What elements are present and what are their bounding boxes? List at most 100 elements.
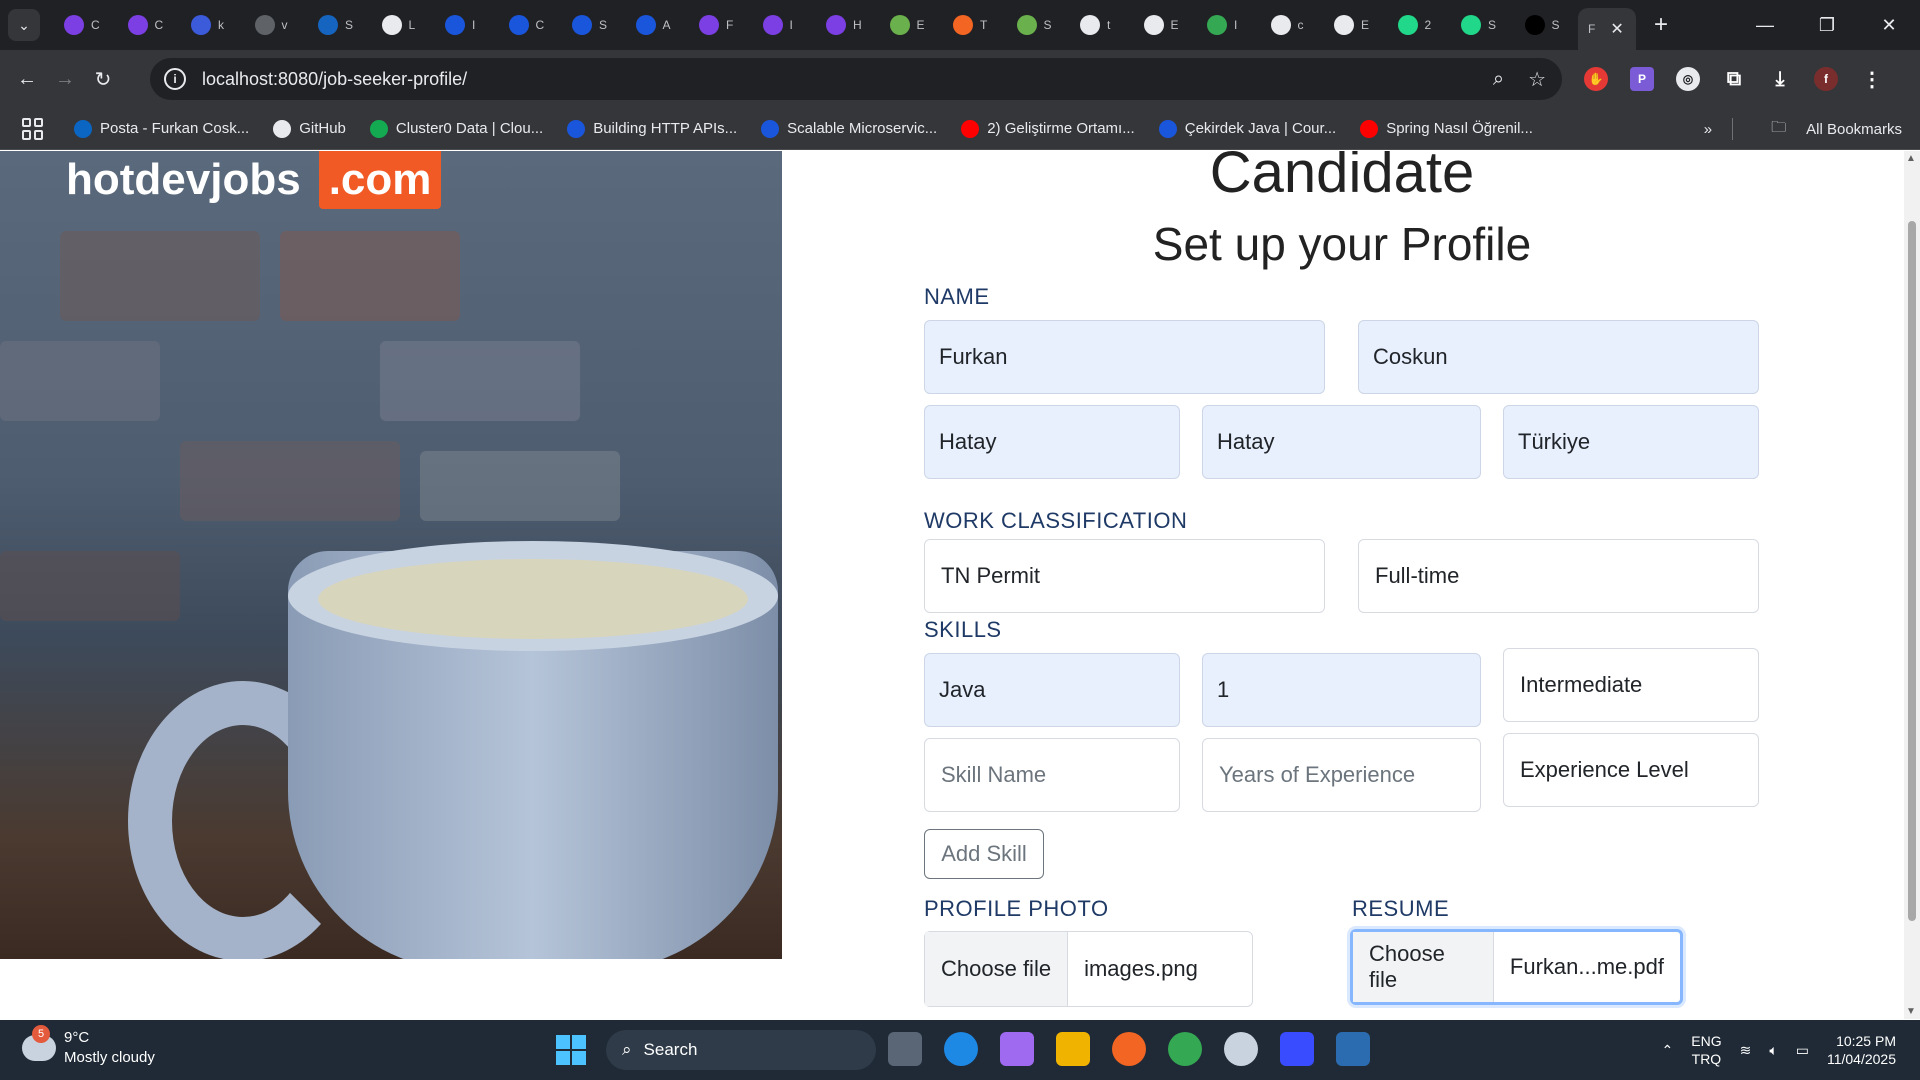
photo-choose-file-button[interactable]: Choose file xyxy=(925,932,1069,1006)
all-bookmarks-link[interactable]: All Bookmarks xyxy=(1806,121,1902,138)
bookmark-item[interactable]: Çekirdek Java | Cour... xyxy=(1158,119,1336,138)
tab-active[interactable]: F ✕ xyxy=(1578,8,1636,50)
bookmark-item[interactable]: Cluster0 Data | Clou... xyxy=(369,119,543,138)
restore-icon[interactable]: ❐ xyxy=(1796,15,1858,36)
address-bar[interactable]: i localhost:8080/job-seeker-profile/ ⌕ ☆ xyxy=(150,58,1562,100)
tab-16[interactable]: S xyxy=(1007,6,1071,44)
apps-grid-icon[interactable] xyxy=(22,117,44,140)
tab-19[interactable]: I xyxy=(1197,6,1261,44)
tab-9[interactable]: S xyxy=(562,6,626,44)
taskbar-clock[interactable]: 10:25 PM 11/04/2025 xyxy=(1827,1032,1896,1068)
tab-8[interactable]: C xyxy=(499,6,563,44)
tab-3[interactable]: k xyxy=(181,6,245,44)
tab-4[interactable]: v xyxy=(245,6,309,44)
tab-7[interactable]: I xyxy=(435,6,499,44)
tab-20[interactable]: c xyxy=(1261,6,1325,44)
skill-years-field[interactable]: 1 xyxy=(1202,653,1481,727)
language-indicator[interactable]: ENG TRQ xyxy=(1691,1032,1721,1068)
file-explorer-icon[interactable] xyxy=(1056,1032,1090,1066)
reload-icon[interactable]: ↻ xyxy=(84,67,122,92)
work-authorization-select[interactable]: TN Permit xyxy=(924,539,1325,613)
add-skill-button[interactable]: Add Skill xyxy=(924,829,1044,879)
url-text[interactable]: localhost:8080/job-seeker-profile/ xyxy=(202,69,467,90)
brand-logo[interactable]: hotdevjobs .com xyxy=(66,151,442,209)
volume-icon[interactable]: 🔈︎ xyxy=(1769,1042,1777,1059)
new-tab-button[interactable]: + xyxy=(1654,11,1668,39)
tab-6[interactable]: L xyxy=(372,6,436,44)
ai-extension-icon[interactable]: ◎ xyxy=(1676,67,1700,91)
resume-choose-file-button[interactable]: Choose file xyxy=(1353,932,1494,1002)
tab-15[interactable]: T xyxy=(943,6,1007,44)
bookmark-star-icon[interactable]: ☆ xyxy=(1528,67,1546,92)
download-icon[interactable]: ⤓ xyxy=(1768,67,1792,91)
scrollbar-thumb[interactable] xyxy=(1908,221,1916,921)
page-scrollbar[interactable]: ▲ ▼ xyxy=(1904,151,1920,1019)
proton-pass-extension-icon[interactable]: P xyxy=(1630,67,1654,91)
more-bookmarks-icon[interactable]: » xyxy=(1704,121,1712,138)
tab-12[interactable]: I xyxy=(753,6,817,44)
scroll-up-icon[interactable]: ▲ xyxy=(1906,153,1916,164)
last-name-field[interactable]: Coskun xyxy=(1358,320,1759,394)
tab-17[interactable]: t xyxy=(1070,6,1134,44)
tab-14[interactable]: E xyxy=(880,6,944,44)
more-menu-icon[interactable]: ⋮ xyxy=(1860,67,1884,91)
clock-app-icon[interactable] xyxy=(1224,1032,1258,1066)
tab-search-button[interactable]: ⌄ xyxy=(8,9,40,41)
new-skill-level-select[interactable]: Experience Level xyxy=(1503,733,1759,807)
gh-favicon-icon xyxy=(1270,15,1291,35)
puzzle-extensions-icon[interactable]: ⧉ xyxy=(1722,67,1746,91)
profile-avatar[interactable]: f xyxy=(1814,67,1838,91)
bookmark-item[interactable]: 2) Geliştirme Ortamı... xyxy=(961,119,1135,138)
chevron-up-icon[interactable]: ⌃ xyxy=(1662,1042,1674,1059)
tab-11[interactable]: F xyxy=(689,6,753,44)
new-skill-years-input[interactable]: Years of Experience xyxy=(1202,738,1481,812)
bookmarks-right: » 🗀 All Bookmarks xyxy=(1704,108,1902,150)
edge-icon[interactable] xyxy=(944,1032,978,1066)
tab-2[interactable]: C xyxy=(118,6,182,44)
battery-icon[interactable]: ▭ xyxy=(1796,1042,1809,1059)
state-field[interactable]: Hatay xyxy=(1202,405,1481,479)
close-icon[interactable]: ✕ xyxy=(1610,19,1623,39)
resume-input[interactable]: Choose file Furkan...me.pdf xyxy=(1350,929,1683,1005)
tab-22[interactable]: 2 xyxy=(1388,6,1452,44)
intellij-icon[interactable] xyxy=(1280,1032,1314,1066)
tab-21[interactable]: E xyxy=(1324,6,1388,44)
tab-10[interactable]: A xyxy=(626,6,690,44)
task-view-icon[interactable] xyxy=(888,1032,922,1066)
forward-arrow-icon[interactable]: → xyxy=(46,68,84,91)
skill-name-field[interactable]: Java xyxy=(924,653,1180,727)
country-field[interactable]: Türkiye xyxy=(1503,405,1759,479)
chrome-icon[interactable] xyxy=(1168,1032,1202,1066)
skill-level-select[interactable]: Intermediate xyxy=(1503,648,1759,722)
tab-13[interactable]: H xyxy=(816,6,880,44)
vm-app-icon[interactable] xyxy=(1336,1032,1370,1066)
close-window-icon[interactable]: ✕ xyxy=(1858,15,1920,36)
bookmark-item[interactable]: GitHub xyxy=(273,119,346,138)
postman-icon[interactable] xyxy=(1112,1032,1146,1066)
tab-23[interactable]: S xyxy=(1451,6,1515,44)
wifi-icon[interactable]: ≋ xyxy=(1740,1042,1752,1059)
taskbar-search[interactable]: ⌕ Search xyxy=(606,1030,876,1070)
copilot-icon[interactable] xyxy=(1000,1032,1034,1066)
employment-type-select[interactable]: Full-time xyxy=(1358,539,1759,613)
first-name-field[interactable]: Furkan xyxy=(924,320,1325,394)
bookmark-item[interactable]: Posta - Furkan Cosk... xyxy=(74,119,249,138)
bookmark-item[interactable]: Scalable Microservic... xyxy=(761,119,937,138)
profile-photo-input[interactable]: Choose file images.png xyxy=(924,931,1253,1007)
bookmark-item[interactable]: Spring Nasıl Öğrenil... xyxy=(1360,119,1533,138)
scroll-down-icon[interactable]: ▼ xyxy=(1906,1006,1916,1017)
tab-1[interactable]: C xyxy=(54,6,118,44)
bookmark-item[interactable]: Building HTTP APIs... xyxy=(567,119,737,138)
adblock-extension-icon[interactable]: ✋ xyxy=(1584,67,1608,91)
weather-widget[interactable]: 5 9°C Mostly cloudy xyxy=(22,1025,155,1068)
city-field[interactable]: Hatay xyxy=(924,405,1180,479)
zoom-icon[interactable]: ⌕ xyxy=(1493,68,1504,91)
windows-start-icon[interactable] xyxy=(556,1035,586,1065)
tab-5[interactable]: S xyxy=(308,6,372,44)
new-skill-name-input[interactable]: Skill Name xyxy=(924,738,1180,812)
tab-24[interactable]: S xyxy=(1515,6,1579,44)
back-arrow-icon[interactable]: ← xyxy=(8,68,46,91)
minimize-icon[interactable]: — xyxy=(1734,15,1796,36)
tab-18[interactable]: E xyxy=(1134,6,1198,44)
site-info-icon[interactable]: i xyxy=(164,68,186,90)
